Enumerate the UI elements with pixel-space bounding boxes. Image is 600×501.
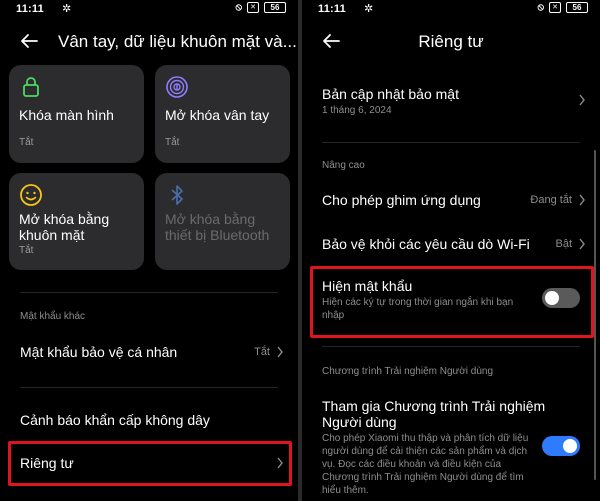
section-header: Nâng cao <box>322 160 365 171</box>
divider <box>322 346 580 347</box>
mute-icon: ⦸ <box>235 2 242 13</box>
battery-icon: 56 <box>566 2 588 13</box>
divider <box>20 387 278 388</box>
bluetooth-icon <box>165 183 189 207</box>
settings-status-icon: ✲ <box>364 3 374 15</box>
app-pinning-row[interactable]: Cho phép ghim ứng dụng Đang tắt <box>302 182 600 218</box>
scrollbar[interactable] <box>594 150 596 480</box>
tile-screen-lock[interactable]: Khóa màn hình Tắt <box>9 65 144 163</box>
mute-icon: ⦸ <box>537 2 544 13</box>
row-subtitle: Cho phép Xiaomi thu thập và phân tích dữ… <box>322 433 529 496</box>
tile-face-unlock[interactable]: Mở khóa bằng khuôn mặt Tắt <box>9 173 144 270</box>
tile-label: Khóa màn hình <box>19 107 114 123</box>
status-time: 11:11 <box>318 3 346 15</box>
lock-icon <box>19 75 43 99</box>
fingerprint-icon <box>165 75 189 99</box>
right-screen: 11:11 ✲ ⦸ ✕ 56 Riêng tư Bản cập nhật bảo… <box>302 0 600 501</box>
row-subtitle: 1 tháng 6, 2024 <box>322 105 392 116</box>
status-bar: 11:11 ✲ ⦸ ✕ 56 <box>0 0 298 20</box>
chevron-right-icon <box>277 346 283 358</box>
row-value: Tắt <box>254 346 270 358</box>
sim-icon: ✕ <box>247 2 259 13</box>
tile-status: Tắt <box>19 137 34 148</box>
row-value: Đang tắt <box>530 194 572 206</box>
row-label: Bản cập nhật bảo mật <box>322 86 459 102</box>
highlight-box <box>8 441 292 486</box>
join-program-toggle[interactable] <box>542 436 580 456</box>
chevron-right-icon <box>579 238 585 250</box>
chevron-right-icon <box>579 94 585 106</box>
join-program-row[interactable]: Tham gia Chương trình Trải nghiệm Người … <box>302 396 600 501</box>
chevron-right-icon <box>579 194 585 206</box>
row-label: Cảnh báo khẩn cấp không dây <box>20 412 210 428</box>
page-header: Riêng tư <box>302 28 600 58</box>
page-title: Riêng tư <box>418 32 484 51</box>
tile-status: Tắt <box>165 137 180 148</box>
highlight-box <box>310 266 594 338</box>
tile-label: Mở khóa vân tay <box>165 107 270 123</box>
personal-password-row[interactable]: Mật khẩu bảo vệ cá nhân Tắt <box>0 332 298 372</box>
row-label: Mật khẩu bảo vệ cá nhân <box>20 344 178 360</box>
settings-status-icon: ✲ <box>62 3 72 15</box>
wifi-scan-row[interactable]: Bảo vệ khỏi các yêu cầu dò Wi-Fi Bật <box>302 226 600 262</box>
page-title: Vân tay, dữ liệu khuôn mặt và... <box>58 32 297 51</box>
toggle-knob <box>563 439 577 453</box>
left-screen: 11:11 ✲ ⦸ ✕ 56 Vân tay, dữ liệu khuôn mặ… <box>0 0 298 501</box>
section-header: Chương trình Trải nghiệm Người dùng <box>322 366 494 377</box>
battery-icon: 56 <box>264 2 286 13</box>
divider <box>20 292 278 293</box>
status-time: 11:11 <box>16 3 44 15</box>
tile-fingerprint[interactable]: Mở khóa vân tay Tắt <box>155 65 290 163</box>
tile-label: Mở khóa bằng khuôn mặt <box>19 211 110 243</box>
row-label: Cho phép ghim ứng dụng <box>322 192 481 208</box>
security-update-row[interactable]: Bản cập nhật bảo mật 1 tháng 6, 2024 <box>302 80 600 124</box>
row-label: Bảo vệ khỏi các yêu cầu dò Wi-Fi <box>322 236 530 252</box>
tile-status: Tắt <box>19 245 34 256</box>
back-arrow-icon[interactable] <box>18 30 40 52</box>
divider <box>322 142 580 143</box>
sim-icon: ✕ <box>549 2 561 13</box>
page-header: Vân tay, dữ liệu khuôn mặt và... <box>0 28 298 58</box>
face-icon <box>19 183 43 207</box>
row-label: Tham gia Chương trình Trải nghiệm Người … <box>322 398 546 430</box>
section-header: Mật khẩu khác <box>20 311 86 322</box>
row-value: Bật <box>555 238 572 250</box>
tile-label: Mở khóa bằng thiết bị Bluetooth <box>165 211 270 243</box>
wireless-alert-row[interactable]: Cảnh báo khẩn cấp không dây <box>0 400 298 440</box>
tile-bluetooth-unlock[interactable]: Mở khóa bằng thiết bị Bluetooth <box>155 173 290 270</box>
status-bar: 11:11 ✲ ⦸ ✕ 56 <box>302 0 600 20</box>
